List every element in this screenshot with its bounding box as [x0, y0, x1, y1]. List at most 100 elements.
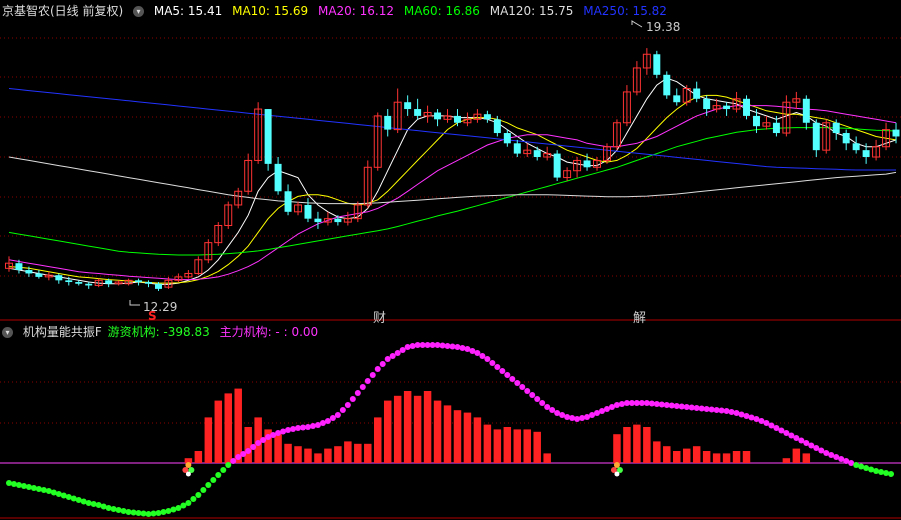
- oscillator-dot: [35, 486, 42, 492]
- volume-bar: [423, 391, 432, 463]
- oscillator-dot: [549, 407, 556, 413]
- volume-bar: [653, 441, 661, 463]
- candle-body-down: [653, 54, 661, 75]
- marker-cai[interactable]: 财: [373, 307, 386, 326]
- marker-jie[interactable]: 解: [633, 307, 646, 326]
- candle-body-down: [673, 95, 681, 103]
- oscillator-dot: [334, 412, 341, 418]
- oscillator-dot: [240, 451, 247, 457]
- high-price-pointer: [631, 20, 643, 28]
- oscillator-dot: [479, 353, 486, 359]
- volume-bar: [673, 451, 681, 463]
- oscillator-dot: [514, 380, 521, 386]
- candle-body-down: [105, 280, 113, 284]
- candle-body-down: [802, 98, 810, 123]
- volume-bar: [234, 388, 242, 463]
- volume-bar: [483, 424, 492, 463]
- oscillator-dot: [404, 344, 411, 350]
- volume-bar: [294, 446, 302, 463]
- volume-bar: [633, 424, 641, 463]
- low-price-pointer: [129, 300, 140, 306]
- ma5-value: MA5: 15.41: [153, 4, 223, 18]
- volume-bar: [314, 453, 322, 463]
- chevron-down-icon[interactable]: ▾: [133, 6, 145, 17]
- volume-bar: [702, 451, 711, 463]
- candle-body-down: [145, 282, 153, 284]
- volume-bar: [324, 448, 332, 463]
- candle-body-down: [553, 153, 561, 178]
- volume-bar: [224, 393, 232, 463]
- candle-body-down: [65, 280, 73, 283]
- candle-body-down: [55, 275, 63, 281]
- oscillator-dot: [459, 345, 466, 351]
- oscillator-dot: [384, 356, 391, 362]
- oscillator-dot: [524, 388, 531, 394]
- candle-body-down: [693, 88, 701, 99]
- volume-bar: [403, 391, 412, 463]
- oscillator-dot: [25, 484, 32, 490]
- oscillator-dot: [564, 414, 571, 420]
- oscillator-dot: [309, 423, 316, 429]
- chevron-down-icon[interactable]: ▾: [2, 327, 13, 338]
- volume-bar: [383, 400, 392, 463]
- candle-body-down: [274, 163, 282, 192]
- volume-bar: [613, 434, 621, 463]
- volume-bar: [513, 429, 522, 463]
- oscillator-dot: [200, 487, 207, 493]
- candle-body-down: [723, 105, 731, 110]
- oscillator-dot: [15, 482, 22, 488]
- candle-body-down: [743, 98, 751, 116]
- oscillator-dot: [883, 470, 890, 476]
- oscillator-dot: [379, 361, 386, 367]
- volume-bar: [304, 448, 312, 463]
- oscillator-dot: [304, 424, 311, 430]
- volume-bar: [722, 453, 731, 463]
- volume-bar: [802, 453, 811, 463]
- volume-bar: [393, 395, 402, 463]
- oscillator-dot: [245, 448, 252, 454]
- ma60-value: MA60: 16.86: [403, 4, 480, 18]
- candle-body-down: [404, 102, 412, 110]
- candle-body-down: [304, 204, 312, 219]
- volume-bar: [244, 427, 252, 463]
- candle-body-down: [414, 109, 422, 116]
- volume-bar: [543, 453, 551, 463]
- ma250-value: MA250: 15.82: [583, 4, 667, 18]
- oscillator-dot: [235, 454, 242, 460]
- volume-bar: [503, 427, 512, 463]
- candle-body-down: [15, 263, 23, 271]
- volume-bar: [712, 453, 721, 463]
- marker-s[interactable]: S: [148, 309, 157, 323]
- candle-body-down: [493, 119, 501, 134]
- volume-bar: [334, 446, 342, 463]
- oscillator-dot: [220, 467, 227, 473]
- candle-body-down: [75, 282, 83, 284]
- volume-bar: [682, 448, 691, 463]
- oscillator-dot: [225, 462, 232, 468]
- oscillator-dot: [205, 482, 212, 488]
- oscillator-dot: [489, 360, 496, 366]
- oscillator-dot: [579, 415, 586, 421]
- oscillator-dot: [255, 440, 262, 446]
- candle-body-down: [703, 98, 711, 110]
- volume-bar: [413, 395, 422, 463]
- candle-body-down: [314, 218, 322, 223]
- oscillator-dot: [888, 471, 895, 477]
- volume-bar: [214, 400, 223, 463]
- volume-bar: [453, 410, 462, 463]
- oscillator-dot: [185, 500, 192, 506]
- oscillator-dot: [40, 487, 47, 493]
- oscillator-dot: [85, 500, 92, 506]
- volume-bar: [663, 446, 671, 463]
- oscillator-dot: [354, 390, 361, 396]
- oscillator-dot: [389, 353, 396, 359]
- candle-body-down: [434, 112, 442, 120]
- oscillator-dot: [374, 366, 381, 372]
- candle-body-down: [862, 150, 870, 158]
- oscillator-dot: [494, 364, 501, 370]
- volume-bar: [374, 417, 382, 463]
- oscillator-dot: [613, 402, 620, 408]
- candle-body-down: [503, 133, 511, 144]
- oscillator-dot: [519, 384, 526, 390]
- candle-body-down: [752, 115, 760, 127]
